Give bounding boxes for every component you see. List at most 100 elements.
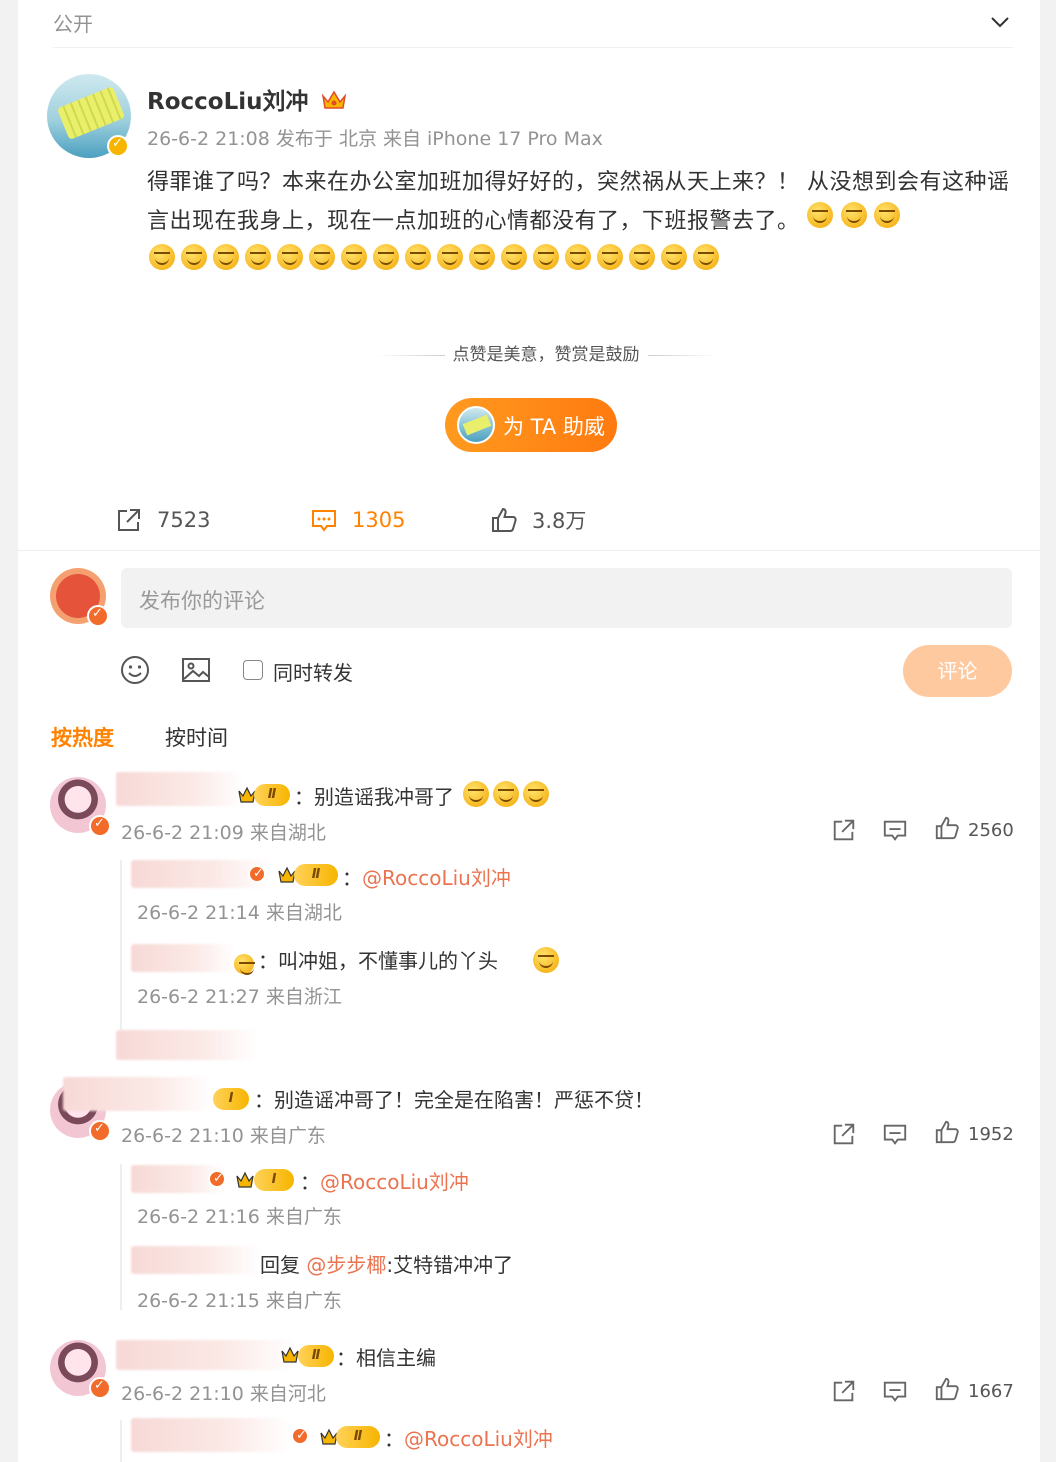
blurred-more-replies[interactable]: [116, 1030, 258, 1060]
divider: [18, 550, 1040, 551]
tab-sort-hot[interactable]: 按热度: [51, 722, 114, 752]
crying-emoji-icon: [523, 781, 549, 807]
tab-sort-time[interactable]: 按时间: [165, 722, 228, 752]
comment-meta: 26-6-2 21:10 来自广东: [121, 1125, 326, 1147]
repost-checkbox-label: 同时转发: [273, 661, 353, 685]
repost-button[interactable]: 7523: [115, 505, 210, 535]
sweat-smile-emoji-icon: [181, 244, 207, 270]
mention-link[interactable]: @RoccoLiu刘冲: [404, 1427, 553, 1451]
mention-link[interactable]: @RoccoLiu刘冲: [362, 866, 511, 890]
sweat-smile-emoji-icon: [149, 244, 175, 270]
reply-content: 叫冲姐，不懂事儿的丫头: [278, 949, 498, 973]
reply-icon[interactable]: [882, 1378, 908, 1404]
comment-meta: 26-6-2 21:10 来自河北: [121, 1383, 326, 1405]
sweat-smile-emoji-icon: [469, 244, 495, 270]
reply-icon[interactable]: [882, 817, 908, 843]
sweat-smile-emoji-icon: [840, 202, 867, 228]
sweat-smile-emoji-icon: [213, 244, 239, 270]
verified-badge-icon: [107, 135, 129, 157]
sweat-smile-emoji-icon: [597, 244, 623, 270]
crown-icon: [281, 1346, 299, 1363]
comment-like-count: 2560: [968, 820, 1014, 841]
sweat-smile-emoji-icon: [565, 244, 591, 270]
reward-button[interactable]: 为 TA 助威: [445, 398, 617, 452]
reply-prefix: ：: [384, 1427, 404, 1451]
post-meta: 26-6-2 21:08 发布于 北京 来自 iPhone 17 Pro Max: [147, 128, 603, 150]
comment-text: ：别造谣冲哥了！完全是在陷害！严惩不贷！: [254, 1088, 654, 1112]
sweat-smile-emoji-icon: [807, 202, 834, 228]
reply-text: 回复 @步步椰:艾特错冲冲了: [260, 1249, 513, 1278]
thumbs-up-icon[interactable]: [934, 815, 960, 841]
reply-text: ：@RoccoLiu刘冲: [300, 1166, 469, 1195]
comment-button[interactable]: 1305: [310, 505, 405, 535]
reply-content: :艾特错冲冲了: [386, 1253, 514, 1277]
sweat-smile-emoji-icon: [501, 244, 527, 270]
thumbs-up-icon[interactable]: [934, 1119, 960, 1145]
reply-icon[interactable]: [882, 1121, 908, 1147]
sweat-smile-emoji-icon: [341, 244, 367, 270]
like-button[interactable]: 3.8万: [490, 505, 586, 535]
blurred-username: [131, 1246, 261, 1274]
repost-count: 7523: [157, 508, 211, 532]
comment-text: ：相信主编: [336, 1346, 436, 1370]
post-text: 得罪谁了吗？本来在办公室加班加得好好的，突然祸从天上来？！ 从没想到会有这种谣言…: [147, 164, 1017, 241]
comment-icon: [312, 510, 336, 532]
share-icon[interactable]: [831, 817, 857, 843]
sweat-smile-emoji-icon: [373, 244, 399, 270]
reward-tip-text: 点赞是美意，赞赏是鼓励: [452, 345, 640, 365]
verified-badge-icon: [89, 1377, 111, 1399]
author-name[interactable]: RoccoLiu刘冲: [147, 82, 347, 116]
crown-icon: [236, 1171, 254, 1188]
share-icon[interactable]: [831, 1121, 857, 1147]
sweat-smile-emoji-icon: [437, 244, 463, 270]
reply-meta: 26-6-2 21:15 来自广东: [137, 1290, 342, 1312]
reply-meta: 26-6-2 21:16 来自广东: [137, 1206, 342, 1228]
visibility-label: 公开: [53, 12, 93, 36]
share-icon: [118, 509, 140, 531]
verified-badge-icon: [89, 815, 111, 837]
blurred-username: [131, 944, 236, 972]
member-level-badge: Ⅱ: [294, 864, 338, 886]
reward-tip: 点赞是美意，赞赏是鼓励: [350, 340, 742, 365]
member-level-badge: Ⅱ: [336, 1426, 380, 1448]
emoji-group: [463, 781, 549, 807]
member-level-badge: Ⅱ: [254, 784, 290, 806]
mention-link[interactable]: @步步椰: [306, 1253, 386, 1277]
image-icon[interactable]: [181, 655, 211, 685]
sweat-smile-emoji-icon: [629, 244, 655, 270]
comment-input[interactable]: 发布你的评论: [121, 568, 1012, 628]
divider: [53, 47, 1013, 48]
member-level-badge: Ⅰ: [254, 1169, 294, 1191]
crying-emoji-icon: [463, 781, 489, 807]
mention-link[interactable]: @RoccoLiu刘冲: [320, 1170, 469, 1194]
blurred-username: [116, 772, 244, 806]
weibo-post-card: 公开 RoccoLiu刘冲 26-6-2 21:08 发布于 北京 来自 iPh…: [18, 0, 1040, 1462]
reply-prefix: 回复: [260, 1253, 307, 1277]
sweat-smile-emoji-icon: [693, 244, 719, 270]
comment-like-count: 1952: [968, 1124, 1014, 1145]
chevron-down-icon[interactable]: [988, 10, 1012, 34]
verified-badge-icon: [89, 1120, 111, 1142]
blurred-username: [63, 1077, 213, 1111]
reply-prefix: ：: [258, 949, 278, 973]
reply-prefix: ：: [300, 1170, 320, 1194]
comment-meta: 26-6-2 21:09 来自湖北: [121, 822, 326, 844]
thumbs-up-icon: [492, 507, 517, 532]
author-mini-avatar: [457, 406, 495, 444]
comment-text: ：别造谣我冲哥了: [294, 785, 454, 809]
sweat-smile-emoji-icon: [277, 244, 303, 270]
emoji-icon[interactable]: [120, 655, 150, 685]
scared-emoji-icon: [533, 947, 560, 973]
blurred-username: [131, 1418, 291, 1452]
share-icon[interactable]: [831, 1378, 857, 1404]
submit-comment-button[interactable]: 评论: [903, 645, 1012, 697]
verified-badge-icon: [248, 865, 266, 883]
verified-badge-icon: [208, 1170, 226, 1188]
member-level-badge: Ⅱ: [298, 1345, 334, 1367]
reply-text: ：@RoccoLiu刘冲: [384, 1423, 553, 1452]
verified-badge-icon: [291, 1427, 309, 1445]
blurred-username: [116, 1340, 296, 1370]
repost-checkbox[interactable]: [243, 660, 263, 680]
thumbs-up-icon[interactable]: [934, 1376, 960, 1402]
sweat-smile-emoji-icon: [533, 244, 559, 270]
